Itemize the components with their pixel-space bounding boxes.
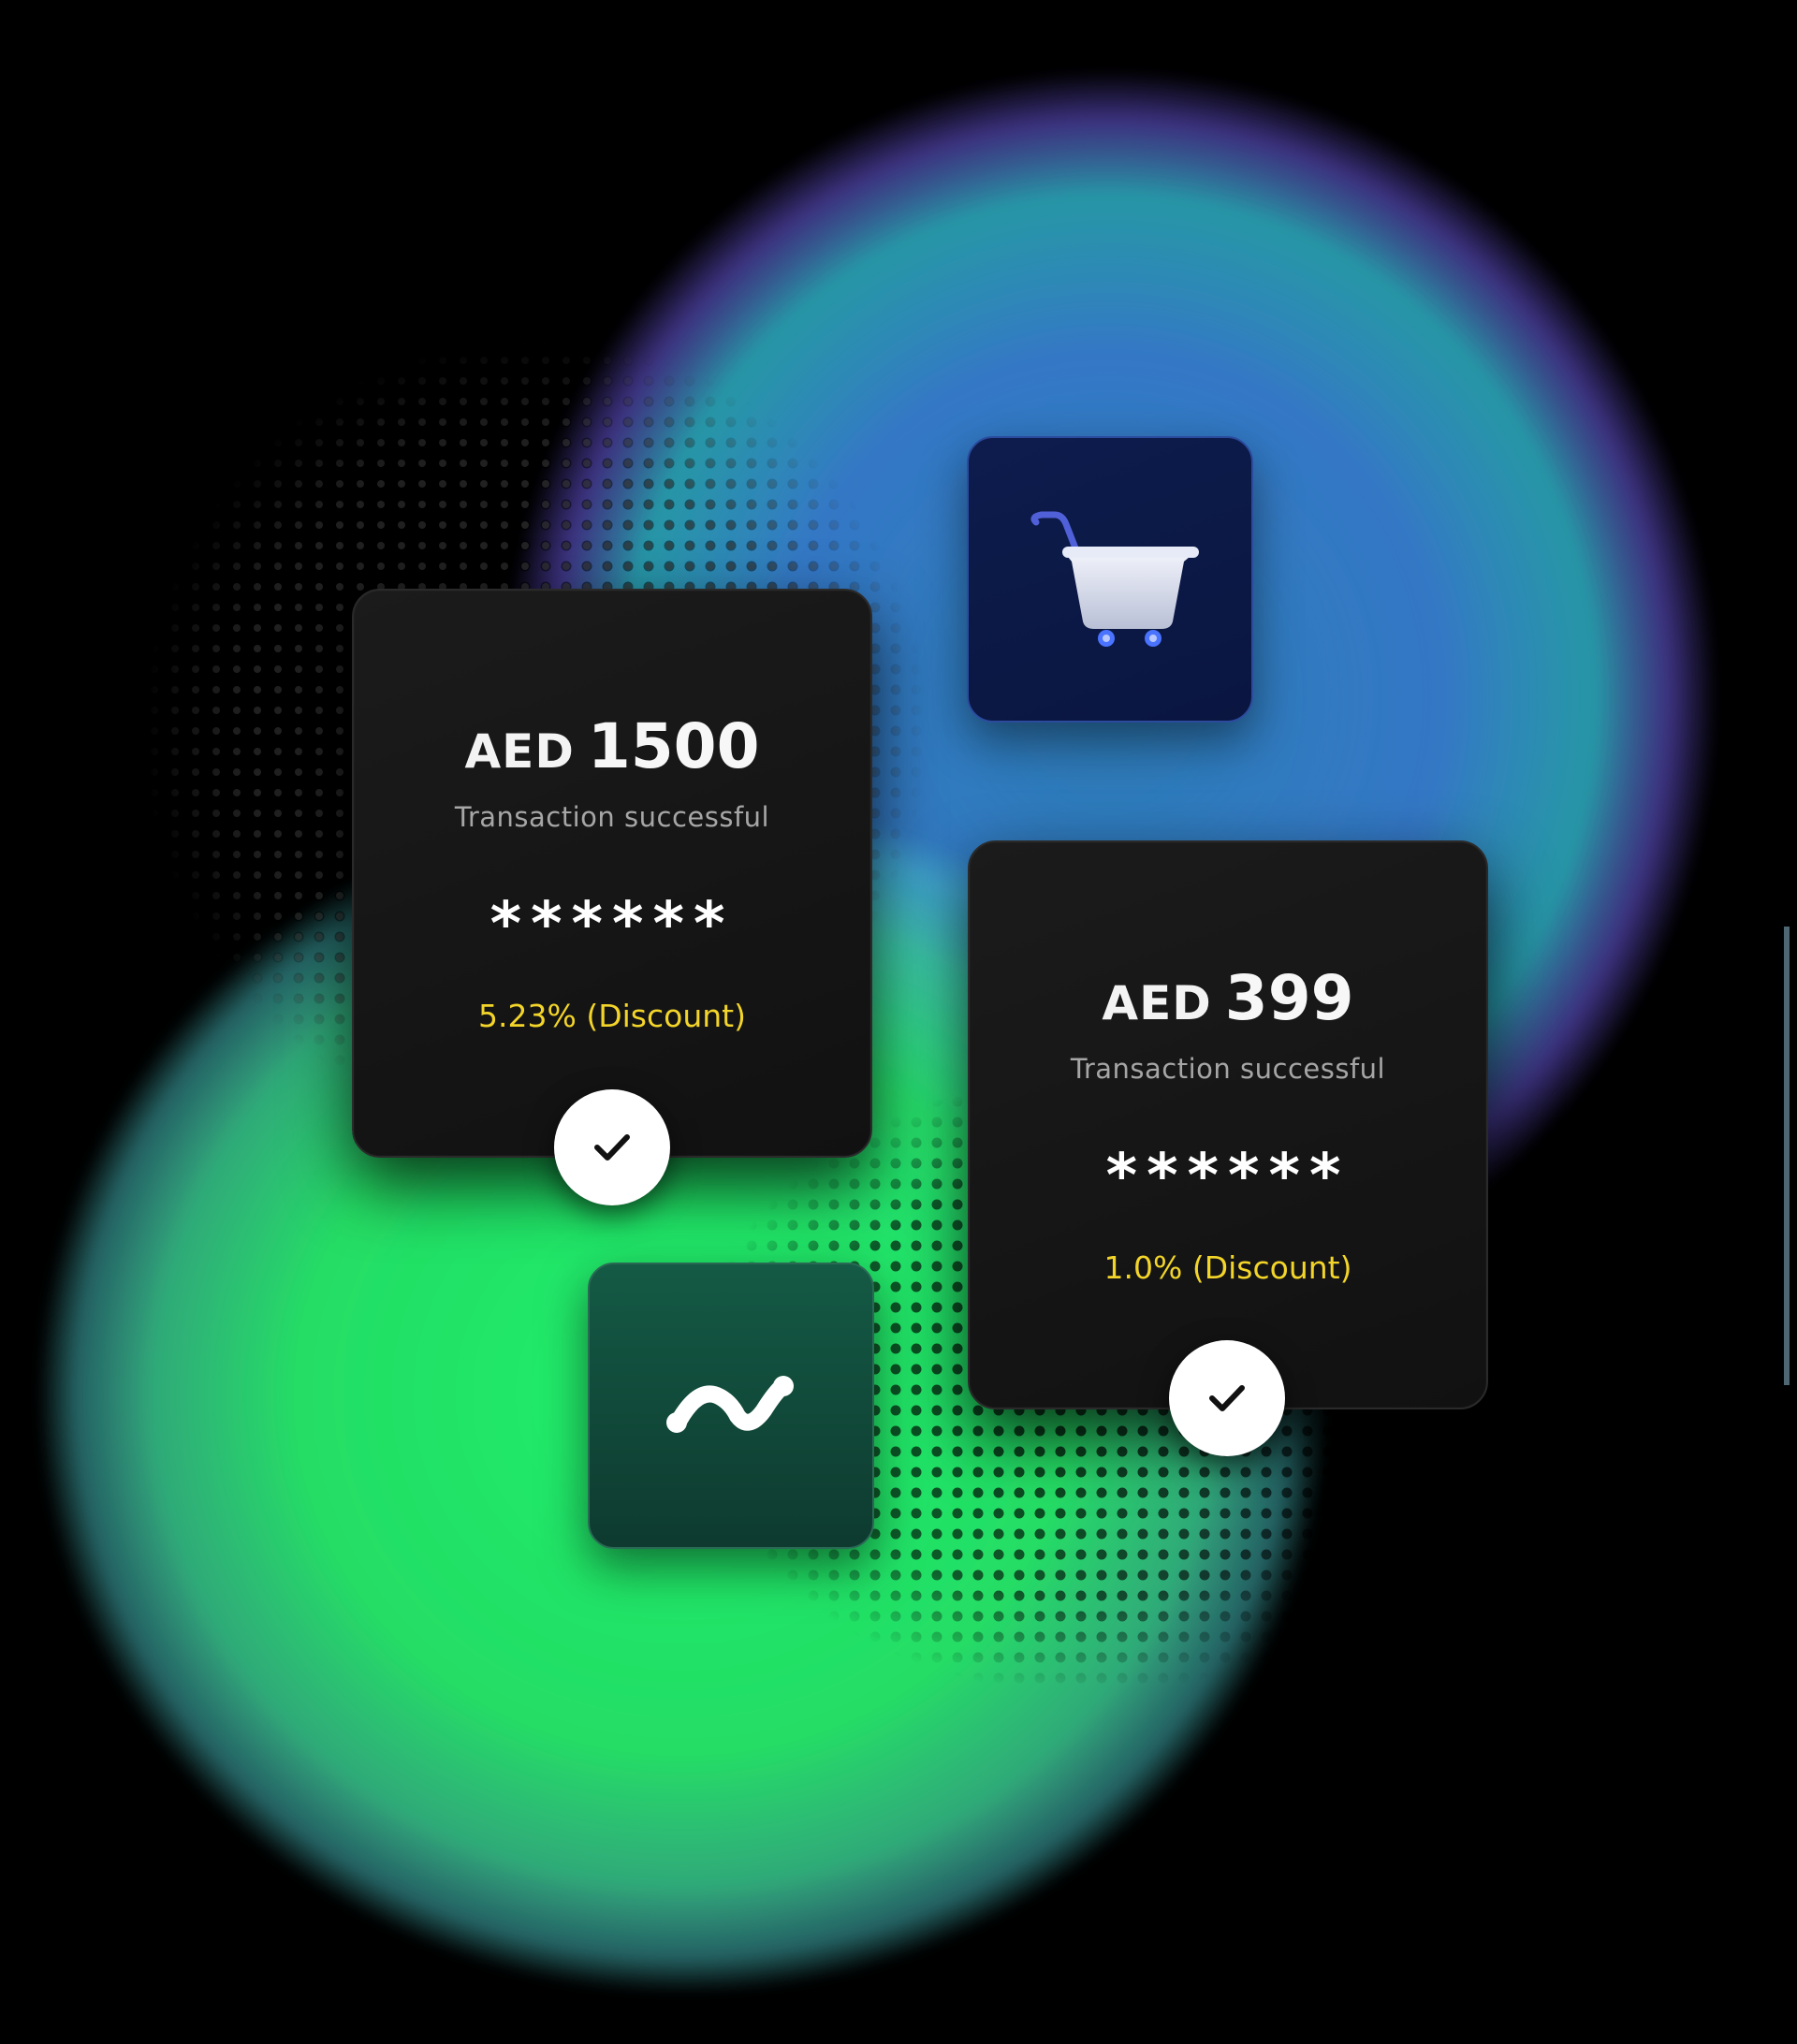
success-badge [1169,1340,1285,1456]
currency-label: AED [1102,976,1212,1030]
discount-label: 1.0% (Discount) [1103,1249,1352,1286]
hero-illustration: AED 1500 Transaction successful ****** 5.… [0,0,1797,2044]
amount-value: 1500 [587,710,760,782]
check-icon [594,1134,630,1161]
masked-value: ****** [489,890,735,959]
discount-label: 5.23% (Discount) [478,998,746,1034]
currency-label: AED [464,724,575,779]
transaction-status: Transaction successful [1070,1053,1386,1085]
transaction-card: AED 399 Transaction successful ****** 1.0… [968,840,1488,1409]
trend-tile [588,1263,874,1549]
check-icon [1209,1385,1245,1411]
gradient-halftone-background [37,70,1790,1993]
amount-value: 399 [1224,962,1354,1034]
masked-value: ****** [1105,1142,1351,1211]
shopping-cart-tile [967,436,1253,723]
transaction-status: Transaction successful [454,801,770,833]
shopping-cart-icon [1030,511,1199,647]
transaction-amount: AED 1500 [354,710,870,782]
transaction-card: AED 1500 Transaction successful ****** 5.… [352,589,872,1158]
transaction-amount: AED 399 [970,962,1486,1034]
trend-line-icon [666,1376,794,1433]
success-badge [554,1089,670,1205]
